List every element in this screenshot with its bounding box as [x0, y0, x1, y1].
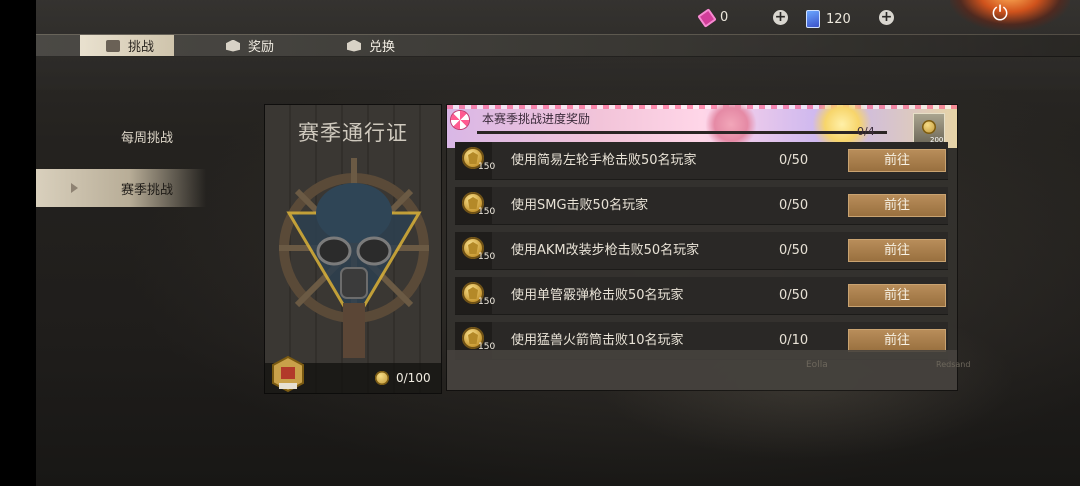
season-pass-progress: 0/100	[396, 371, 431, 385]
row-icon: 150	[455, 277, 496, 314]
map-label: Eolla	[806, 360, 828, 370]
trophy-icon	[106, 39, 120, 52]
ticket-counter: 0	[697, 7, 729, 28]
add-card-button[interactable]: +	[879, 10, 894, 25]
banner-count: 0/4	[857, 125, 875, 138]
tab-bar: 挑战 奖励 兑换	[36, 34, 1080, 57]
map-label: Redsand	[936, 360, 971, 369]
row-points: 150	[478, 162, 496, 172]
challenge-text: 使用简易左轮手枪击败50名玩家	[511, 153, 697, 168]
go-button[interactable]: 前往	[848, 284, 946, 307]
panel-footer	[447, 350, 957, 390]
gas-mask-emblem-icon	[279, 158, 429, 358]
card-counter: 120	[806, 10, 851, 28]
go-button[interactable]: 前往	[848, 149, 946, 172]
add-ticket-button[interactable]: +	[773, 10, 788, 25]
tab-label: 奖励	[248, 40, 275, 55]
challenge-progress: 0/50	[779, 243, 809, 258]
game-screen: ⏻ 0 + 120 + 挑战 奖励 兑换 每周挑战 赛季挑战 赛季通行证 0/1…	[36, 0, 1080, 486]
challenge-row: 150 使用单管霰弹枪击败50名玩家 0/50 前往	[455, 277, 948, 315]
challenge-progress: 0/50	[779, 198, 809, 213]
chevron-right-icon	[71, 183, 78, 193]
challenge-text: 使用SMG击败50名玩家	[511, 198, 649, 213]
challenge-text: 使用AKM改装步枪击败50名玩家	[511, 243, 700, 258]
row-icon: 150	[455, 232, 496, 269]
row-icon: 150	[455, 142, 496, 179]
season-pass-title: 赛季通行证	[298, 121, 408, 145]
candy-icon	[451, 111, 469, 129]
season-pass-footer: 0/100	[265, 355, 441, 393]
sidebar-item-label: 赛季挑战	[121, 182, 174, 198]
row-points: 150	[478, 252, 496, 262]
challenge-text: 使用单管霰弹枪击败50名玩家	[511, 288, 684, 303]
go-button[interactable]: 前往	[848, 329, 946, 352]
season-pass-card[interactable]: 赛季通行证 0/100	[265, 105, 441, 393]
tab-rewards[interactable]: 奖励	[226, 35, 274, 56]
sidebar-item-label: 每周挑战	[121, 130, 174, 146]
row-points: 150	[478, 297, 496, 307]
challenge-row: 150 使用简易左轮手枪击败50名玩家 0/50 前往	[455, 142, 948, 180]
ticket-icon	[697, 7, 717, 28]
banner-label: 本赛季挑战进度奖励	[482, 112, 591, 126]
tab-label: 挑战	[128, 40, 155, 55]
row-points: 150	[478, 207, 496, 217]
progress-track	[477, 131, 887, 134]
card-count: 120	[826, 11, 851, 27]
challenge-progress: 0/50	[779, 288, 809, 303]
challenge-row: 150 使用SMG击败50名玩家 0/50 前往	[455, 187, 948, 225]
go-button[interactable]: 前往	[848, 239, 946, 262]
row-icon: 150	[455, 187, 496, 224]
sidebar-item-weekly[interactable]: 每周挑战	[36, 117, 206, 155]
ticket-count: 0	[720, 10, 729, 25]
banner-stripe	[447, 105, 957, 109]
challenge-progress: 0/50	[779, 153, 809, 168]
coin-icon	[922, 120, 936, 134]
badge-icon	[272, 355, 304, 393]
go-button[interactable]: 前往	[848, 194, 946, 217]
sidebar-item-season[interactable]: 赛季挑战	[36, 169, 206, 207]
challenge-row: 150 使用AKM改装步枪击败50名玩家 0/50 前往	[455, 232, 948, 270]
power-icon[interactable]: ⏻	[989, 2, 1011, 24]
tab-exchange[interactable]: 兑换	[347, 35, 395, 56]
box-icon	[226, 39, 240, 52]
tab-label: 兑换	[369, 40, 396, 55]
coin-icon	[375, 371, 389, 385]
challenge-panel: 本赛季挑战进度奖励 0/4 200 150 使用简易左轮手枪击败50名玩家 0/…	[447, 105, 957, 390]
box-icon	[347, 39, 361, 52]
card-icon	[806, 10, 820, 28]
tab-challenge[interactable]: 挑战	[80, 35, 175, 56]
